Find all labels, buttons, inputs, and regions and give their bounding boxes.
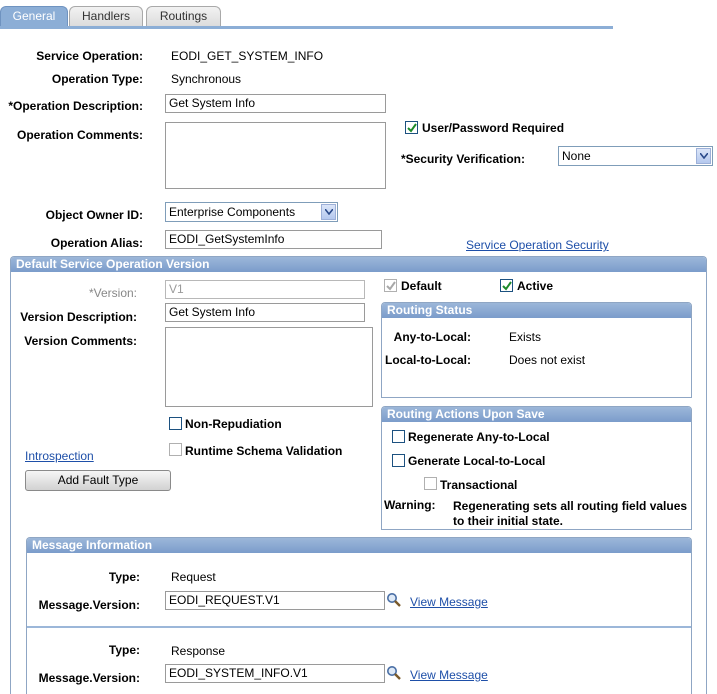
version-comments-textarea[interactable] xyxy=(165,327,373,407)
request-view-message-link[interactable]: View Message xyxy=(410,595,488,609)
warning-line-1: Regenerating sets all routing field valu… xyxy=(453,499,688,513)
operation-alias-input[interactable]: EODI_GetSystemInfo xyxy=(165,230,382,249)
generate-local-to-local-checkbox[interactable] xyxy=(392,454,405,467)
operation-description-input[interactable]: Get System Info xyxy=(165,94,386,113)
generate-local-to-local-label: Generate Local-to-Local xyxy=(408,454,546,468)
response-type-label: Type: xyxy=(108,643,140,657)
service-operation-value: EODI_GET_SYSTEM_INFO xyxy=(171,49,324,63)
runtime-schema-checkbox xyxy=(169,443,182,456)
warning-label: Warning: xyxy=(384,498,436,512)
routing-status-group: Routing Status xyxy=(381,302,692,398)
operation-type-label: Operation Type: xyxy=(51,72,143,86)
local-to-local-label: Local-to-Local: xyxy=(385,353,471,367)
object-owner-value: Enterprise Components xyxy=(169,205,296,219)
regenerate-any-to-local-checkbox[interactable] xyxy=(392,430,405,443)
operation-type-value: Synchronous xyxy=(171,72,242,86)
lookup-search-icon[interactable] xyxy=(386,665,402,681)
security-verification-value: None xyxy=(562,149,591,163)
object-owner-label: Object Owner ID: xyxy=(45,208,143,222)
local-to-local-value: Does not exist xyxy=(509,353,586,367)
default-label: Default xyxy=(401,279,442,293)
introspection-link[interactable]: Introspection xyxy=(25,449,94,463)
warning-line-2: to their initial state. xyxy=(453,514,564,528)
response-message-version-label: Message.Version: xyxy=(38,671,140,685)
tab-routings-label: Routings xyxy=(159,9,208,23)
add-fault-type-button[interactable]: Add Fault Type xyxy=(25,470,171,491)
active-label: Active xyxy=(517,279,554,293)
tab-general[interactable]: General xyxy=(0,6,68,26)
non-repudiation-label: Non-Repudiation xyxy=(185,417,282,431)
version-input: V1 xyxy=(165,280,365,299)
security-verification-label: *Security Verification: xyxy=(400,152,525,166)
request-type-label: Type: xyxy=(108,570,140,584)
regenerate-any-to-local-label: Regenerate Any-to-Local xyxy=(408,430,550,444)
non-repudiation-checkbox[interactable] xyxy=(169,417,182,430)
operation-comments-textarea[interactable] xyxy=(165,122,386,189)
version-label: *Version: xyxy=(88,286,137,300)
user-password-checkbox[interactable] xyxy=(405,121,418,134)
version-description-label: Version Description: xyxy=(20,310,137,324)
default-version-header: Default Service Operation Version xyxy=(11,257,706,272)
checkmark-icon xyxy=(407,123,417,133)
service-operation-label: Service Operation: xyxy=(36,49,143,63)
service-operation-security-link[interactable]: Service Operation Security xyxy=(466,238,609,252)
message-divider xyxy=(27,626,691,628)
tab-underline xyxy=(0,26,613,29)
default-checkbox xyxy=(384,279,397,292)
chevron-down-icon xyxy=(321,204,336,220)
response-message-version-input[interactable]: EODI_SYSTEM_INFO.V1 xyxy=(165,664,385,683)
tab-handlers-label: Handlers xyxy=(81,9,131,23)
tab-general-label: General xyxy=(12,9,56,23)
any-to-local-label: Any-to-Local: xyxy=(393,330,471,344)
tab-routings[interactable]: Routings xyxy=(146,6,221,26)
routing-status-header: Routing Status xyxy=(382,303,691,318)
operation-comments-label: Operation Comments: xyxy=(16,128,143,142)
request-type-value: Request xyxy=(171,570,216,584)
response-view-message-link[interactable]: View Message xyxy=(410,668,488,682)
response-type-value: Response xyxy=(171,644,226,658)
chevron-down-icon xyxy=(696,148,711,164)
transactional-label: Transactional xyxy=(440,478,518,492)
runtime-schema-label: Runtime Schema Validation xyxy=(185,444,343,458)
version-description-input[interactable]: Get System Info xyxy=(165,303,365,322)
request-message-version-label: Message.Version: xyxy=(38,598,140,612)
security-verification-select[interactable]: None xyxy=(558,146,713,166)
object-owner-select[interactable]: Enterprise Components xyxy=(165,202,338,222)
message-information-header: Message Information xyxy=(27,538,691,553)
checkmark-icon xyxy=(386,281,396,291)
active-checkbox[interactable] xyxy=(500,279,513,292)
checkmark-icon xyxy=(502,281,512,291)
operation-alias-label: Operation Alias: xyxy=(50,236,143,250)
lookup-search-icon[interactable] xyxy=(386,592,402,608)
version-comments-label: Version Comments: xyxy=(24,334,137,348)
request-message-version-input[interactable]: EODI_REQUEST.V1 xyxy=(165,591,385,610)
user-password-label: User/Password Required xyxy=(422,121,565,135)
tab-handlers[interactable]: Handlers xyxy=(69,6,143,26)
transactional-checkbox xyxy=(424,477,437,490)
operation-description-label: *Operation Description: xyxy=(8,99,143,113)
routing-actions-header: Routing Actions Upon Save xyxy=(382,407,691,422)
any-to-local-value: Exists xyxy=(509,330,542,344)
